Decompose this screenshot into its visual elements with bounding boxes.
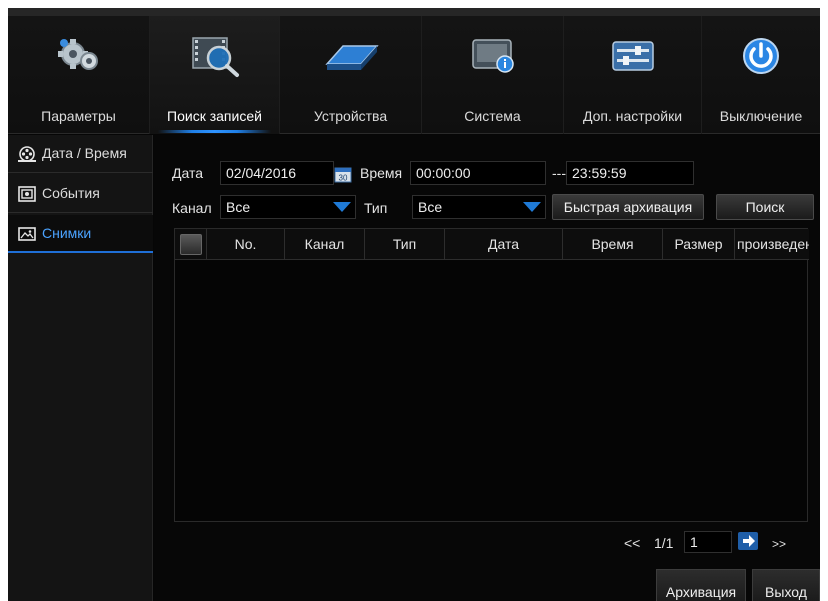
hdd-device-icon — [324, 45, 379, 70]
power-icon — [743, 38, 779, 74]
dvr-screen: Параметры Поиск записей Устройства Систе… — [8, 8, 820, 601]
search-button[interactable]: Поиск — [716, 194, 814, 220]
time-end-field[interactable]: 23:59:59 — [566, 161, 694, 185]
column-header-time[interactable]: Время — [563, 229, 663, 260]
channel-select[interactable]: Все — [220, 195, 356, 219]
film-search-icon — [191, 37, 239, 77]
top-navigation: Параметры Поиск записей Устройства Систе… — [8, 8, 820, 134]
table-header: No. Канал Тип Дата Время Размер произвед… — [175, 229, 809, 260]
nav-label: Система — [464, 108, 521, 124]
column-header-type[interactable]: Тип — [365, 229, 445, 260]
calendar-day: 30 — [339, 174, 348, 183]
nav-label: Устройства — [313, 108, 388, 124]
sidebar: Дата / Время События Снимки — [8, 135, 153, 601]
pager-prev[interactable]: << — [624, 535, 640, 551]
select-all-cell — [175, 229, 207, 260]
search-panel: Дата 02/04/2016 30 Время 00:00:00 --- 23… — [154, 135, 820, 601]
quick-backup-button[interactable]: Быстрая архивация — [552, 194, 704, 220]
nav-item-advanced[interactable]: Доп. настройки — [564, 16, 702, 134]
type-value: Все — [418, 199, 443, 215]
go-arrow-icon[interactable] — [738, 532, 758, 550]
nav-label: Выключение — [719, 108, 803, 124]
results-table: No. Канал Тип Дата Время Размер произвед… — [174, 228, 809, 522]
time-separator: --- — [552, 165, 566, 181]
picture-icon — [18, 227, 36, 241]
nav-item-parameters[interactable]: Параметры — [8, 16, 150, 134]
exit-button[interactable]: Выход — [752, 569, 820, 601]
date-value: 02/04/2016 — [226, 165, 297, 181]
column-header-play[interactable]: произведение — [735, 229, 809, 260]
gears-icon — [57, 39, 98, 70]
active-tab-underline — [158, 130, 271, 133]
time-start-value: 00:00:00 — [416, 165, 471, 181]
channel-label: Канал — [172, 200, 212, 216]
time-start-field[interactable]: 00:00:00 — [410, 161, 546, 185]
nav-item-devices[interactable]: Устройства — [280, 16, 422, 134]
type-label: Тип — [364, 200, 388, 216]
advanced-settings-icon — [611, 41, 654, 71]
column-header-no[interactable]: No. — [207, 229, 285, 260]
chevron-down-icon — [333, 202, 351, 212]
system-info-icon — [471, 39, 514, 73]
sidebar-item-datetime[interactable]: Дата / Время — [8, 135, 153, 173]
nav-label: Поиск записей — [167, 108, 262, 124]
calendar-icon[interactable]: 30 — [334, 165, 352, 183]
column-header-size[interactable]: Размер — [663, 229, 735, 260]
type-select[interactable]: Все — [412, 195, 546, 219]
sidebar-item-label: Дата / Время — [42, 145, 127, 161]
sidebar-item-label: Снимки — [42, 225, 92, 241]
sidebar-item-events[interactable]: События — [8, 175, 153, 213]
page-input[interactable]: 1 — [684, 531, 732, 553]
nav-label: Доп. настройки — [582, 108, 683, 124]
date-field[interactable]: 02/04/2016 — [220, 161, 334, 185]
date-label: Дата — [172, 165, 204, 181]
time-end-value: 23:59:59 — [572, 165, 627, 181]
sidebar-item-snapshots[interactable]: Снимки — [8, 215, 153, 253]
column-header-date[interactable]: Дата — [445, 229, 563, 260]
nav-item-system[interactable]: Система — [422, 16, 564, 134]
page-input-value: 1 — [690, 534, 698, 550]
column-header-channel[interactable]: Канал — [285, 229, 365, 260]
time-label: Время — [360, 165, 403, 181]
pager-next[interactable]: >> — [772, 537, 786, 551]
chevron-down-icon — [523, 202, 541, 212]
sidebar-item-label: События — [42, 185, 100, 201]
pager-info: 1/1 — [654, 535, 674, 551]
select-all-checkbox[interactable] — [180, 234, 202, 255]
event-icon — [18, 186, 36, 202]
nav-item-record-search[interactable]: Поиск записей — [150, 16, 280, 134]
backup-button[interactable]: Архивация — [656, 569, 746, 601]
film-reel-icon — [18, 146, 36, 162]
nav-item-shutdown[interactable]: Выключение — [702, 16, 820, 134]
nav-label: Параметры — [41, 108, 116, 124]
nav-top-strip — [8, 8, 820, 16]
channel-value: Все — [226, 199, 251, 215]
